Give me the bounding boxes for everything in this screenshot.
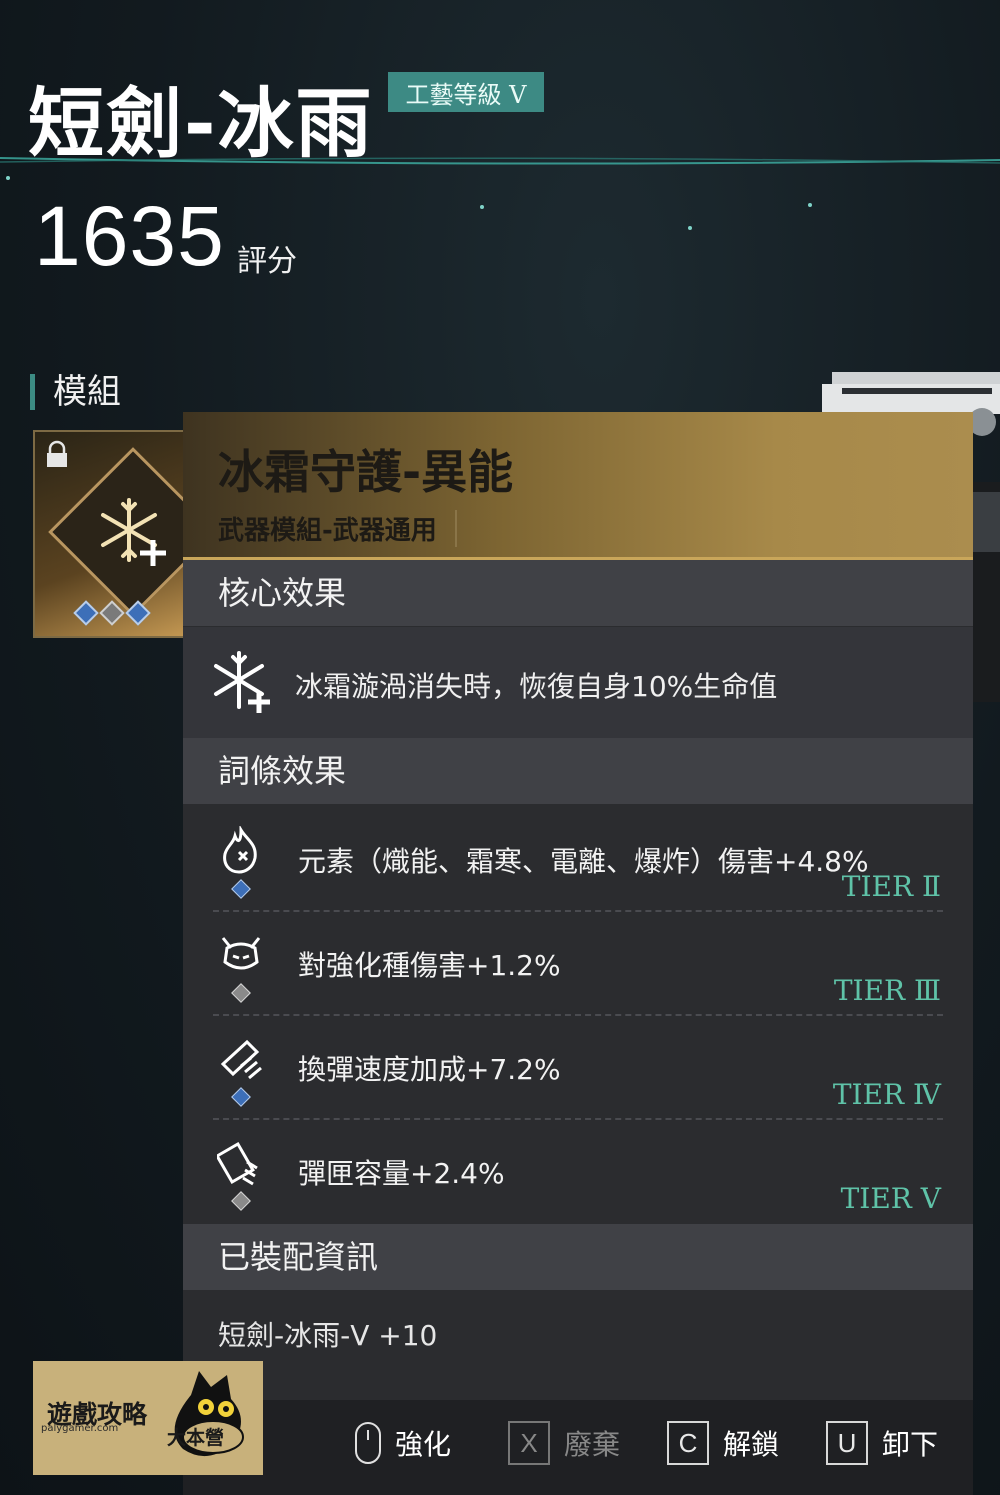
- sparkle: [808, 203, 812, 207]
- affix-row: 對強化種傷害+1.2% TIER Ⅲ: [183, 912, 973, 1016]
- enhanced-monster-icon: [221, 937, 261, 970]
- affix-row: 換彈速度加成+7.2% TIER Ⅳ: [183, 1016, 973, 1120]
- affix-effect-header: 詞條效果: [183, 738, 973, 804]
- affix-rarity-pip: [231, 879, 251, 899]
- affix-tier: TIER Ⅱ: [841, 870, 941, 903]
- affix-text: 彈匣容量+2.4%: [298, 1157, 505, 1190]
- affix-tier: TIER Ⅴ: [840, 1182, 941, 1215]
- lock-icon[interactable]: [43, 440, 71, 470]
- core-effect-text: 冰霜漩渦消失時，恢復自身10%生命值: [295, 670, 778, 703]
- rarity-pip: [99, 600, 125, 626]
- sparkle: [480, 205, 484, 209]
- sparkle: [6, 176, 10, 180]
- affix-text: 元素（熾能、霜寒、電離、爆炸）傷害+4.8%: [298, 845, 869, 878]
- magazine-icon: [217, 1141, 258, 1186]
- mod-detail-popup: 冰霜守護-異能 武器模組-武器通用 核心效果 冰霜漩渦消失時，恢復自身10%生命…: [183, 412, 973, 1495]
- unlock-label: 解鎖: [723, 1428, 780, 1461]
- affix-row: 彈匣容量+2.4% TIER Ⅴ: [183, 1120, 973, 1224]
- mod-section-label: 模組: [30, 374, 121, 410]
- affix-rarity-pip: [231, 1191, 251, 1211]
- unlock-key: C: [667, 1421, 709, 1465]
- mod-title: 冰霜守護-異能: [218, 445, 514, 499]
- unequip-key: U: [826, 1421, 868, 1465]
- score-label: 評分: [237, 244, 297, 279]
- frost-snowflake-icon: [101, 498, 166, 566]
- craft-level-badge: 工藝等級 V: [388, 72, 544, 112]
- affix-rarity-pip: [231, 1087, 251, 1107]
- rarity-pip: [73, 600, 99, 626]
- unequip-label: 卸下: [882, 1428, 939, 1461]
- sparkle: [688, 226, 692, 230]
- discard-button[interactable]: X 廢棄: [508, 1420, 620, 1466]
- affix-tier: TIER Ⅳ: [832, 1078, 941, 1111]
- action-bar: 強化 X 廢棄 C 解鎖 U 卸下: [183, 1400, 973, 1495]
- watermark-logo: 遊戲攻略 palygamer.com 大本營: [33, 1361, 263, 1475]
- affix-text: 對強化種傷害+1.2%: [298, 949, 561, 982]
- equipped-info-header: 已裝配資訊: [183, 1224, 973, 1290]
- affix-tier: TIER Ⅲ: [833, 974, 941, 1007]
- mod-subtitle: 武器模組-武器通用: [218, 510, 457, 547]
- equipped-info-text: 短劍-冰雨-Ⅴ +10: [218, 1319, 438, 1352]
- affix-row: 元素（熾能、霜寒、電離、爆炸）傷害+4.8% TIER Ⅱ: [183, 808, 973, 912]
- core-effect-row: 冰霜漩渦消失時，恢復自身10%生命值: [183, 627, 973, 738]
- mod-rarity-pips: [73, 600, 151, 626]
- rarity-pip: [125, 600, 151, 626]
- popup-header: 冰霜守護-異能 武器模組-武器通用: [183, 412, 973, 560]
- reload-speed-icon: [220, 1039, 262, 1080]
- watermark-url: palygamer.com: [41, 1423, 119, 1434]
- discard-label: 廢棄: [564, 1428, 621, 1461]
- affix-text: 換彈速度加成+7.2%: [298, 1053, 561, 1086]
- core-effect-header: 核心效果: [183, 560, 973, 626]
- flame-element-icon: [223, 826, 257, 874]
- frost-snowflake-icon: [214, 651, 270, 713]
- mouse-icon: [355, 1422, 381, 1464]
- affix-rarity-pip: [231, 983, 251, 1003]
- enhance-button[interactable]: 強化: [355, 1420, 451, 1466]
- unlock-button[interactable]: C 解鎖: [667, 1420, 779, 1466]
- header-divider: [0, 157, 1000, 165]
- discard-key: X: [508, 1421, 550, 1465]
- watermark-badge: 大本營: [167, 1427, 225, 1449]
- enhance-label: 強化: [395, 1428, 452, 1461]
- cat-mascot-icon: [174, 1371, 244, 1457]
- unequip-button[interactable]: U 卸下: [826, 1420, 938, 1466]
- score-value: 1635: [34, 189, 225, 283]
- mod-card[interactable]: [33, 430, 218, 638]
